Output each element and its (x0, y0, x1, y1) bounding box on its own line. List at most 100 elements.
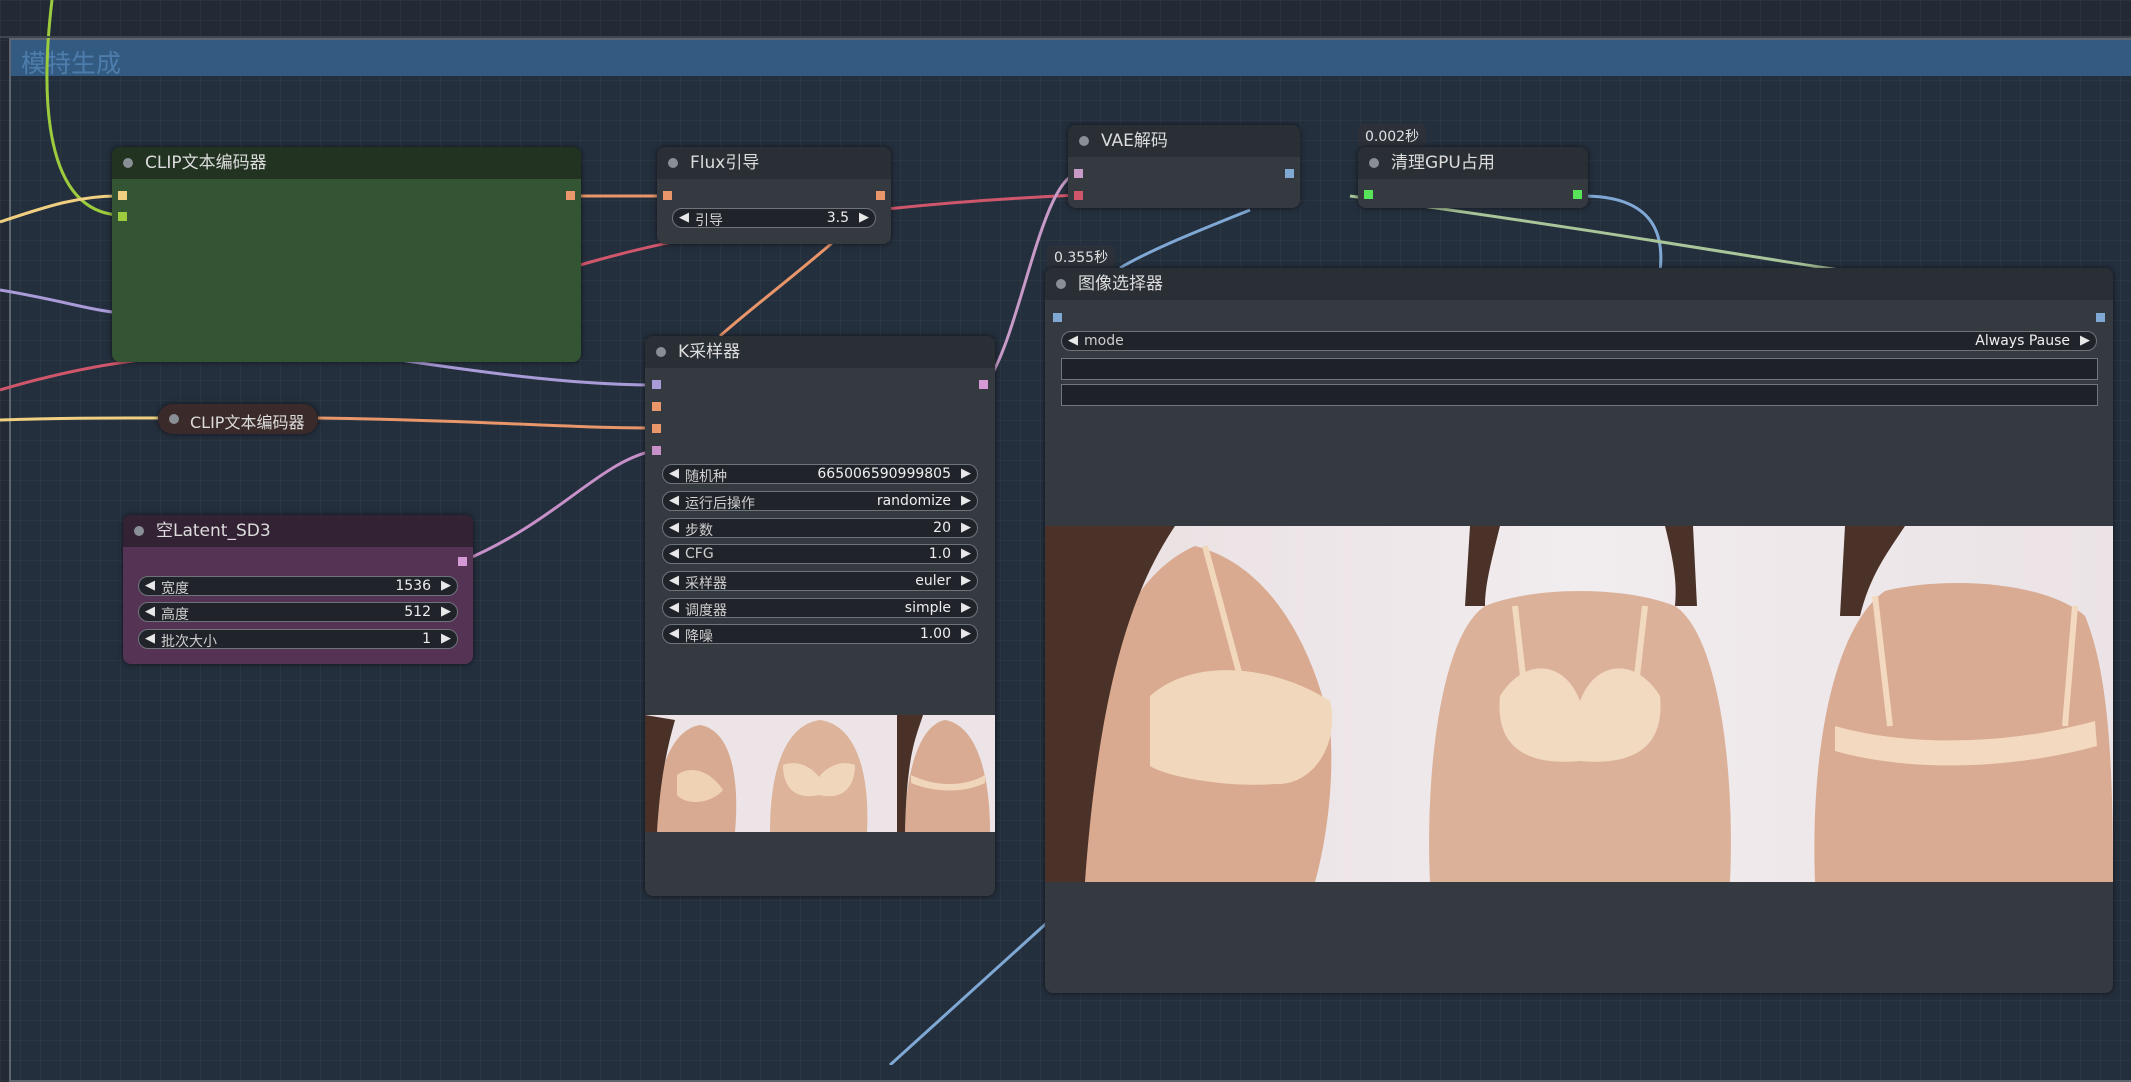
output-slot-latent[interactable] (458, 557, 467, 566)
input-slot-positive[interactable] (652, 402, 661, 411)
scheduler-widget[interactable]: ◀ 调度器 simple ▶ (662, 598, 978, 619)
widget-label: 随机种 (685, 469, 727, 485)
arrow-left-icon[interactable]: ◀ (669, 546, 679, 561)
widget-value: Always Pause (1975, 333, 2070, 349)
output-slot-any[interactable] (1573, 190, 1582, 199)
seed-widget[interactable]: ◀ 随机种 665006590999805 ▶ (662, 464, 978, 485)
arrow-left-icon[interactable]: ◀ (669, 600, 679, 615)
node-title-bar[interactable]: CLIP文本编码器 (112, 147, 581, 179)
arrow-left-icon[interactable]: ◀ (145, 604, 155, 619)
control-after-generate-widget[interactable]: ◀ 运行后操作 randomize ▶ (662, 491, 978, 512)
node-title-bar[interactable]: 图像选择器 (1045, 268, 2113, 300)
arrow-left-icon[interactable]: ◀ (669, 626, 679, 641)
output-slot-conditioning[interactable] (876, 191, 885, 200)
execution-time-badge: 0.355秒 (1047, 245, 1116, 269)
input-slot-images[interactable] (1053, 313, 1062, 322)
input-slot-any[interactable] (1364, 190, 1373, 199)
batch-size-widget[interactable]: ◀ 批次大小 1 ▶ (138, 629, 458, 650)
flux-guidance-node[interactable]: Flux引导 ◀ 引导 3.5 ▶ (657, 147, 891, 244)
arrow-right-icon[interactable]: ▶ (859, 210, 869, 225)
arrow-left-icon[interactable]: ◀ (145, 631, 155, 646)
node-title-bar[interactable]: 空Latent_SD3 (123, 515, 473, 547)
arrow-right-icon[interactable]: ▶ (441, 631, 451, 646)
input-slot-negative[interactable] (652, 424, 661, 433)
widget-label: 降噪 (685, 629, 713, 645)
cfg-widget[interactable]: ◀ CFG 1.0 ▶ (662, 544, 978, 564)
output-slot-latent[interactable] (979, 380, 988, 389)
widget-label: 运行后操作 (685, 496, 755, 512)
widget-label: 引导 (695, 213, 723, 229)
arrow-right-icon[interactable]: ▶ (441, 578, 451, 593)
node-status-dot-icon (1056, 279, 1066, 289)
arrow-right-icon[interactable]: ▶ (961, 546, 971, 561)
node-title-bar[interactable]: Flux引导 (657, 147, 891, 179)
clip-text-encoder-node-2[interactable]: CLIP文本编码器 (158, 404, 318, 434)
output-slot-conditioning[interactable] (566, 191, 575, 200)
input-slot-vae[interactable] (1074, 191, 1083, 200)
arrow-left-icon[interactable]: ◀ (669, 493, 679, 508)
arrow-right-icon[interactable]: ▶ (961, 466, 971, 481)
clean-gpu-node[interactable]: 清理GPU占用 (1358, 147, 1588, 208)
widget-label: CFG (685, 546, 714, 562)
arrow-left-icon[interactable]: ◀ (1068, 333, 1078, 348)
arrow-right-icon[interactable]: ▶ (961, 493, 971, 508)
arrow-right-icon[interactable]: ▶ (961, 600, 971, 615)
widget-label: 高度 (161, 607, 189, 623)
widget-value: 1.00 (919, 626, 951, 642)
sampler-widget[interactable]: ◀ 采样器 euler ▶ (662, 571, 978, 592)
node-title: 清理GPU占用 (1391, 153, 1495, 173)
image-selector-node[interactable]: 图像选择器 ◀ mode Always Pause ▶ (1045, 268, 2113, 993)
denoise-widget[interactable]: ◀ 降噪 1.00 ▶ (662, 624, 978, 645)
arrow-left-icon[interactable]: ◀ (669, 520, 679, 535)
selection-input-2[interactable] (1061, 384, 2098, 406)
node-title: 空Latent_SD3 (156, 521, 271, 541)
widget-label: 批次大小 (161, 634, 217, 650)
widget-label: 采样器 (685, 576, 727, 592)
node-title-bar[interactable]: K采样器 (645, 336, 995, 368)
arrow-right-icon[interactable]: ▶ (961, 520, 971, 535)
widget-value: 1 (422, 631, 431, 647)
node-title-bar[interactable]: VAE解码 (1068, 125, 1300, 157)
mode-widget[interactable]: ◀ mode Always Pause ▶ (1061, 331, 2097, 351)
input-slot-clip-2[interactable] (118, 212, 127, 221)
arrow-right-icon[interactable]: ▶ (441, 604, 451, 619)
widget-label: 宽度 (161, 581, 189, 597)
selection-input-1[interactable] (1061, 358, 2098, 380)
widget-label: 调度器 (685, 603, 727, 619)
vae-decode-node[interactable]: VAE解码 (1068, 125, 1300, 208)
input-slot-model[interactable] (652, 380, 661, 389)
node-title: VAE解码 (1101, 131, 1168, 151)
output-slot-image[interactable] (1285, 169, 1294, 178)
widget-value: randomize (876, 493, 951, 509)
input-slot-samples[interactable] (1074, 169, 1083, 178)
ksampler-node[interactable]: K采样器 ◀ 随机种 665006590999805 ▶ ◀ 运行后操作 ran… (645, 336, 995, 896)
execution-time-badge: 0.002秒 (1358, 124, 1427, 148)
empty-latent-node[interactable]: 空Latent_SD3 ◀ 宽度 1536 ▶ ◀ 高度 512 ▶ ◀ 批次大… (123, 515, 473, 664)
output-slot-images[interactable] (2096, 313, 2105, 322)
arrow-right-icon[interactable]: ▶ (961, 626, 971, 641)
canvas-top-border (0, 36, 2131, 38)
guidance-widget[interactable]: ◀ 引导 3.5 ▶ (672, 208, 876, 229)
arrow-left-icon[interactable]: ◀ (669, 466, 679, 481)
clip-text-encoder-node-1[interactable]: CLIP文本编码器 (112, 147, 581, 362)
node-title-bar[interactable]: 清理GPU占用 (1358, 147, 1588, 179)
node-status-dot-icon (656, 347, 666, 357)
link-clip-model-green (45, 0, 119, 217)
input-slot-conditioning[interactable] (663, 191, 672, 200)
link-conditioning-negative (317, 416, 658, 430)
selector-preview-image[interactable] (1045, 526, 2113, 882)
steps-widget[interactable]: ◀ 步数 20 ▶ (662, 518, 978, 539)
input-slot-clip[interactable] (118, 191, 127, 200)
widget-value: euler (915, 573, 951, 589)
widget-label: 步数 (685, 523, 713, 539)
link-vae-red-1 (0, 358, 141, 392)
height-widget[interactable]: ◀ 高度 512 ▶ (138, 602, 458, 623)
input-slot-latent[interactable] (652, 446, 661, 455)
arrow-right-icon[interactable]: ▶ (2080, 333, 2090, 348)
arrow-right-icon[interactable]: ▶ (961, 573, 971, 588)
width-widget[interactable]: ◀ 宽度 1536 ▶ (138, 576, 458, 597)
arrow-left-icon[interactable]: ◀ (145, 578, 155, 593)
arrow-left-icon[interactable]: ◀ (669, 573, 679, 588)
arrow-left-icon[interactable]: ◀ (679, 210, 689, 225)
selector-preview-illustration (1045, 526, 2113, 882)
